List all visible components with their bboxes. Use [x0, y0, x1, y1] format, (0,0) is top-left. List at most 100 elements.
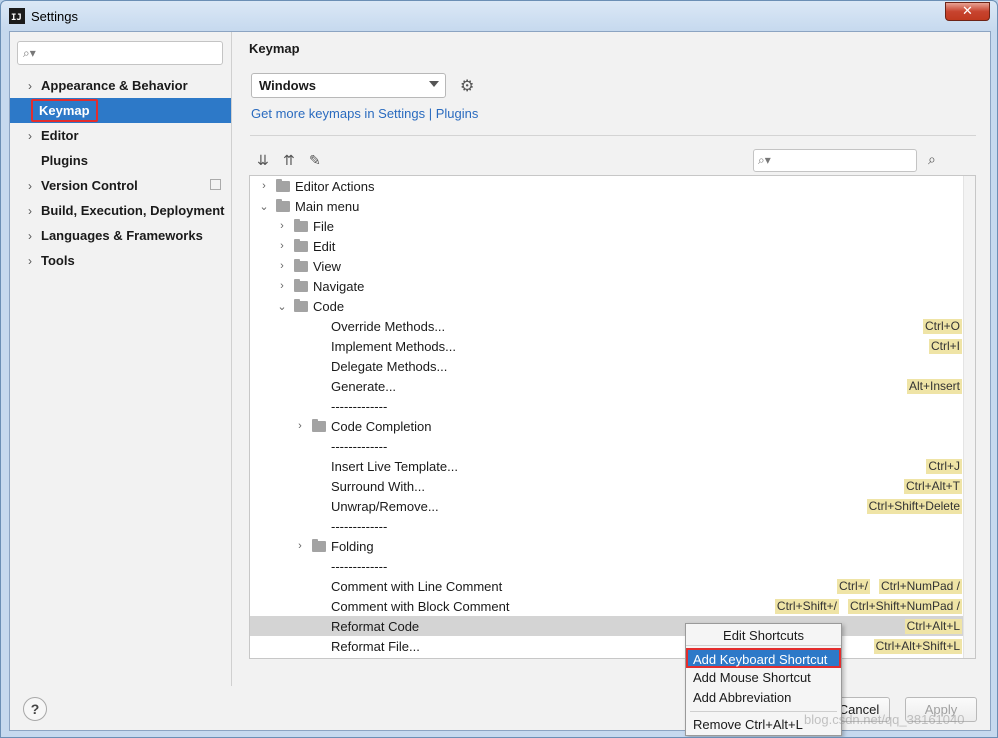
window-title: Settings [31, 8, 78, 24]
shortcut-list: Ctrl+Shift+/ Ctrl+Shift+NumPad / [774, 598, 962, 614]
tree-row-label: Edit [313, 238, 336, 254]
chevron-right-icon[interactable]: › [276, 280, 288, 292]
chevron-down-icon[interactable]: ⌄ [276, 300, 288, 313]
tree-action-row[interactable]: Unwrap/Remove... Ctrl+Shift+Delete [250, 496, 963, 516]
tree-row-label: Navigate [313, 278, 365, 294]
chevron-right-icon: › [28, 178, 32, 193]
tree-action-row[interactable]: Reformat Code Ctrl+Alt+L [250, 616, 963, 636]
sidebar-search[interactable]: ⌕▾ [17, 41, 223, 65]
sidebar-item-appearance-behavior[interactable]: › Appearance & Behavior [10, 73, 231, 98]
add-keyboard-shortcut-item[interactable]: Add Keyboard Shortcut [686, 648, 841, 668]
folder-icon [294, 258, 308, 272]
shortcut-list: Ctrl+Alt+L [904, 618, 962, 634]
tree-group-row[interactable]: › Code Completion [250, 416, 963, 436]
sidebar-item-label: Tools [41, 253, 75, 268]
tree-action-row[interactable]: Surround With... Ctrl+Alt+T [250, 476, 963, 496]
shortcut-badge: Ctrl+J [926, 458, 962, 474]
shortcut-badge: Ctrl+Alt+T [903, 478, 962, 494]
shortcut-badge: Ctrl+Shift+Delete [866, 498, 962, 514]
shortcut-list: Ctrl+J [926, 458, 962, 474]
sidebar-item-tools[interactable]: › Tools [10, 248, 231, 273]
shortcut-badge: Ctrl+Shift+/ [774, 598, 839, 614]
tree-row-label: Delegate Methods... [331, 358, 448, 374]
keymap-tree[interactable]: › Editor Actions ⌄ Main menu › File › Edit › View… [249, 175, 976, 659]
tree-group-row[interactable]: › Edit [250, 236, 963, 256]
tree-action-row[interactable]: Delegate Methods... [250, 356, 963, 376]
tree-action-row[interactable]: Comment with Block Comment Ctrl+Shift+/Ct… [250, 596, 963, 616]
chevron-right-icon[interactable]: › [294, 420, 306, 432]
shortcut-list: Ctrl+/ Ctrl+NumPad / [836, 578, 962, 594]
chevron-right-icon[interactable]: › [276, 240, 288, 252]
shortcut-badge: Alt+Insert [906, 378, 962, 394]
sidebar-item-keymap[interactable]: Keymap [10, 98, 231, 123]
chevron-right-icon: › [28, 228, 32, 243]
search-icon: ⌕▾ [23, 46, 36, 60]
expand-all-icon[interactable]: ⇊ [257, 152, 269, 169]
tree-group-row[interactable]: ⌄ Code [250, 296, 963, 316]
chevron-right-icon[interactable]: › [276, 220, 288, 232]
tree-row-label: Unwrap/Remove... [331, 498, 439, 514]
shortcut-badge: Ctrl+Alt+Shift+L [873, 638, 962, 654]
tree-group-row[interactable]: › Editor Actions [250, 176, 963, 196]
collapse-all-icon[interactable]: ⇈ [283, 152, 295, 169]
action-group-icon [276, 178, 290, 192]
chevron-down-icon[interactable]: ⌄ [258, 200, 270, 213]
add-abbreviation-item[interactable]: Add Abbreviation [686, 688, 841, 708]
chevron-right-icon[interactable]: › [276, 260, 288, 272]
tree-row-label: Main menu [295, 198, 360, 214]
tree-row-label: Editor Actions [295, 178, 375, 194]
tree-row-label: Comment with Block Comment [331, 598, 510, 614]
tree-row-label: Code [313, 298, 345, 314]
tree-row-label: Reformat Code [331, 618, 420, 634]
tree-row-label: Override Methods... [331, 318, 446, 334]
add-mouse-shortcut-item[interactable]: Add Mouse Shortcut [686, 668, 841, 688]
sidebar-item-build-execution-deployment[interactable]: › Build, Execution, Deployment [10, 198, 231, 223]
project-scope-icon [210, 179, 221, 190]
folder-icon [294, 298, 308, 312]
tree-search[interactable]: ⌕▾ [753, 149, 917, 172]
sidebar-item-languages-frameworks[interactable]: › Languages & Frameworks [10, 223, 231, 248]
tree-search-input[interactable] [778, 152, 914, 169]
pencil-icon[interactable]: ✎ [309, 152, 321, 169]
tree-action-row[interactable]: ------------- [250, 396, 963, 416]
keymap-panel: Keymap Windows ⚙ Get more keymaps in Set… [233, 32, 990, 686]
tree-group-row[interactable]: › File [250, 216, 963, 236]
shortcut-badge: Ctrl+Shift+NumPad / [847, 598, 962, 614]
tree-group-row[interactable]: › View [250, 256, 963, 276]
chevron-right-icon[interactable]: › [258, 180, 270, 192]
chevron-right-icon[interactable]: › [294, 540, 306, 552]
tree-action-row[interactable]: ------------- [250, 556, 963, 576]
close-button[interactable]: ✕ [945, 2, 990, 21]
shortcut-list: Alt+Insert [906, 378, 962, 394]
help-button[interactable]: ? [23, 697, 47, 721]
intellij-app-icon: IJ [9, 8, 25, 24]
sidebar-item-label: Build, Execution, Deployment [41, 203, 225, 218]
tree-group-row[interactable]: › Folding [250, 536, 963, 556]
tree-row-label: ------------- [331, 558, 388, 574]
tree-action-row[interactable]: Insert Live Template... Ctrl+J [250, 456, 963, 476]
sidebar-item-version-control[interactable]: › Version Control [10, 173, 231, 198]
tree-action-row[interactable]: Generate... Alt+Insert [250, 376, 963, 396]
tree-row-label: ------------- [331, 438, 388, 454]
page-title: Keymap [249, 41, 300, 56]
tree-action-row[interactable]: Comment with Line Comment Ctrl+/ Ctrl+NumP… [250, 576, 963, 596]
sidebar-search-input[interactable] [44, 44, 219, 62]
chevron-down-icon [429, 81, 439, 87]
get-more-keymaps-link[interactable]: Get more keymaps in Settings | Plugins [251, 106, 478, 121]
sidebar-item-plugins[interactable]: Plugins [10, 148, 231, 173]
folder-icon [312, 418, 326, 432]
gear-icon[interactable]: ⚙ [460, 76, 474, 96]
tree-action-row[interactable]: ------------- [250, 516, 963, 536]
tree-group-row[interactable]: ⌄ Main menu [250, 196, 963, 216]
tree-action-row[interactable]: Implement Methods... Ctrl+I [250, 336, 963, 356]
scrollbar[interactable] [963, 176, 975, 658]
find-shortcut-icon[interactable]: ⌕ [928, 151, 936, 168]
chevron-right-icon: › [28, 203, 32, 218]
tree-action-row[interactable]: Reformat File... Ctrl+Alt+Shift+L [250, 636, 963, 656]
tree-action-row[interactable]: Override Methods... Ctrl+O [250, 316, 963, 336]
tree-group-row[interactable]: › Navigate [250, 276, 963, 296]
tree-action-row[interactable]: ------------- [250, 436, 963, 456]
chevron-right-icon: › [28, 128, 32, 143]
keymap-dropdown[interactable]: Windows [251, 73, 446, 98]
sidebar-item-editor[interactable]: › Editor [10, 123, 231, 148]
